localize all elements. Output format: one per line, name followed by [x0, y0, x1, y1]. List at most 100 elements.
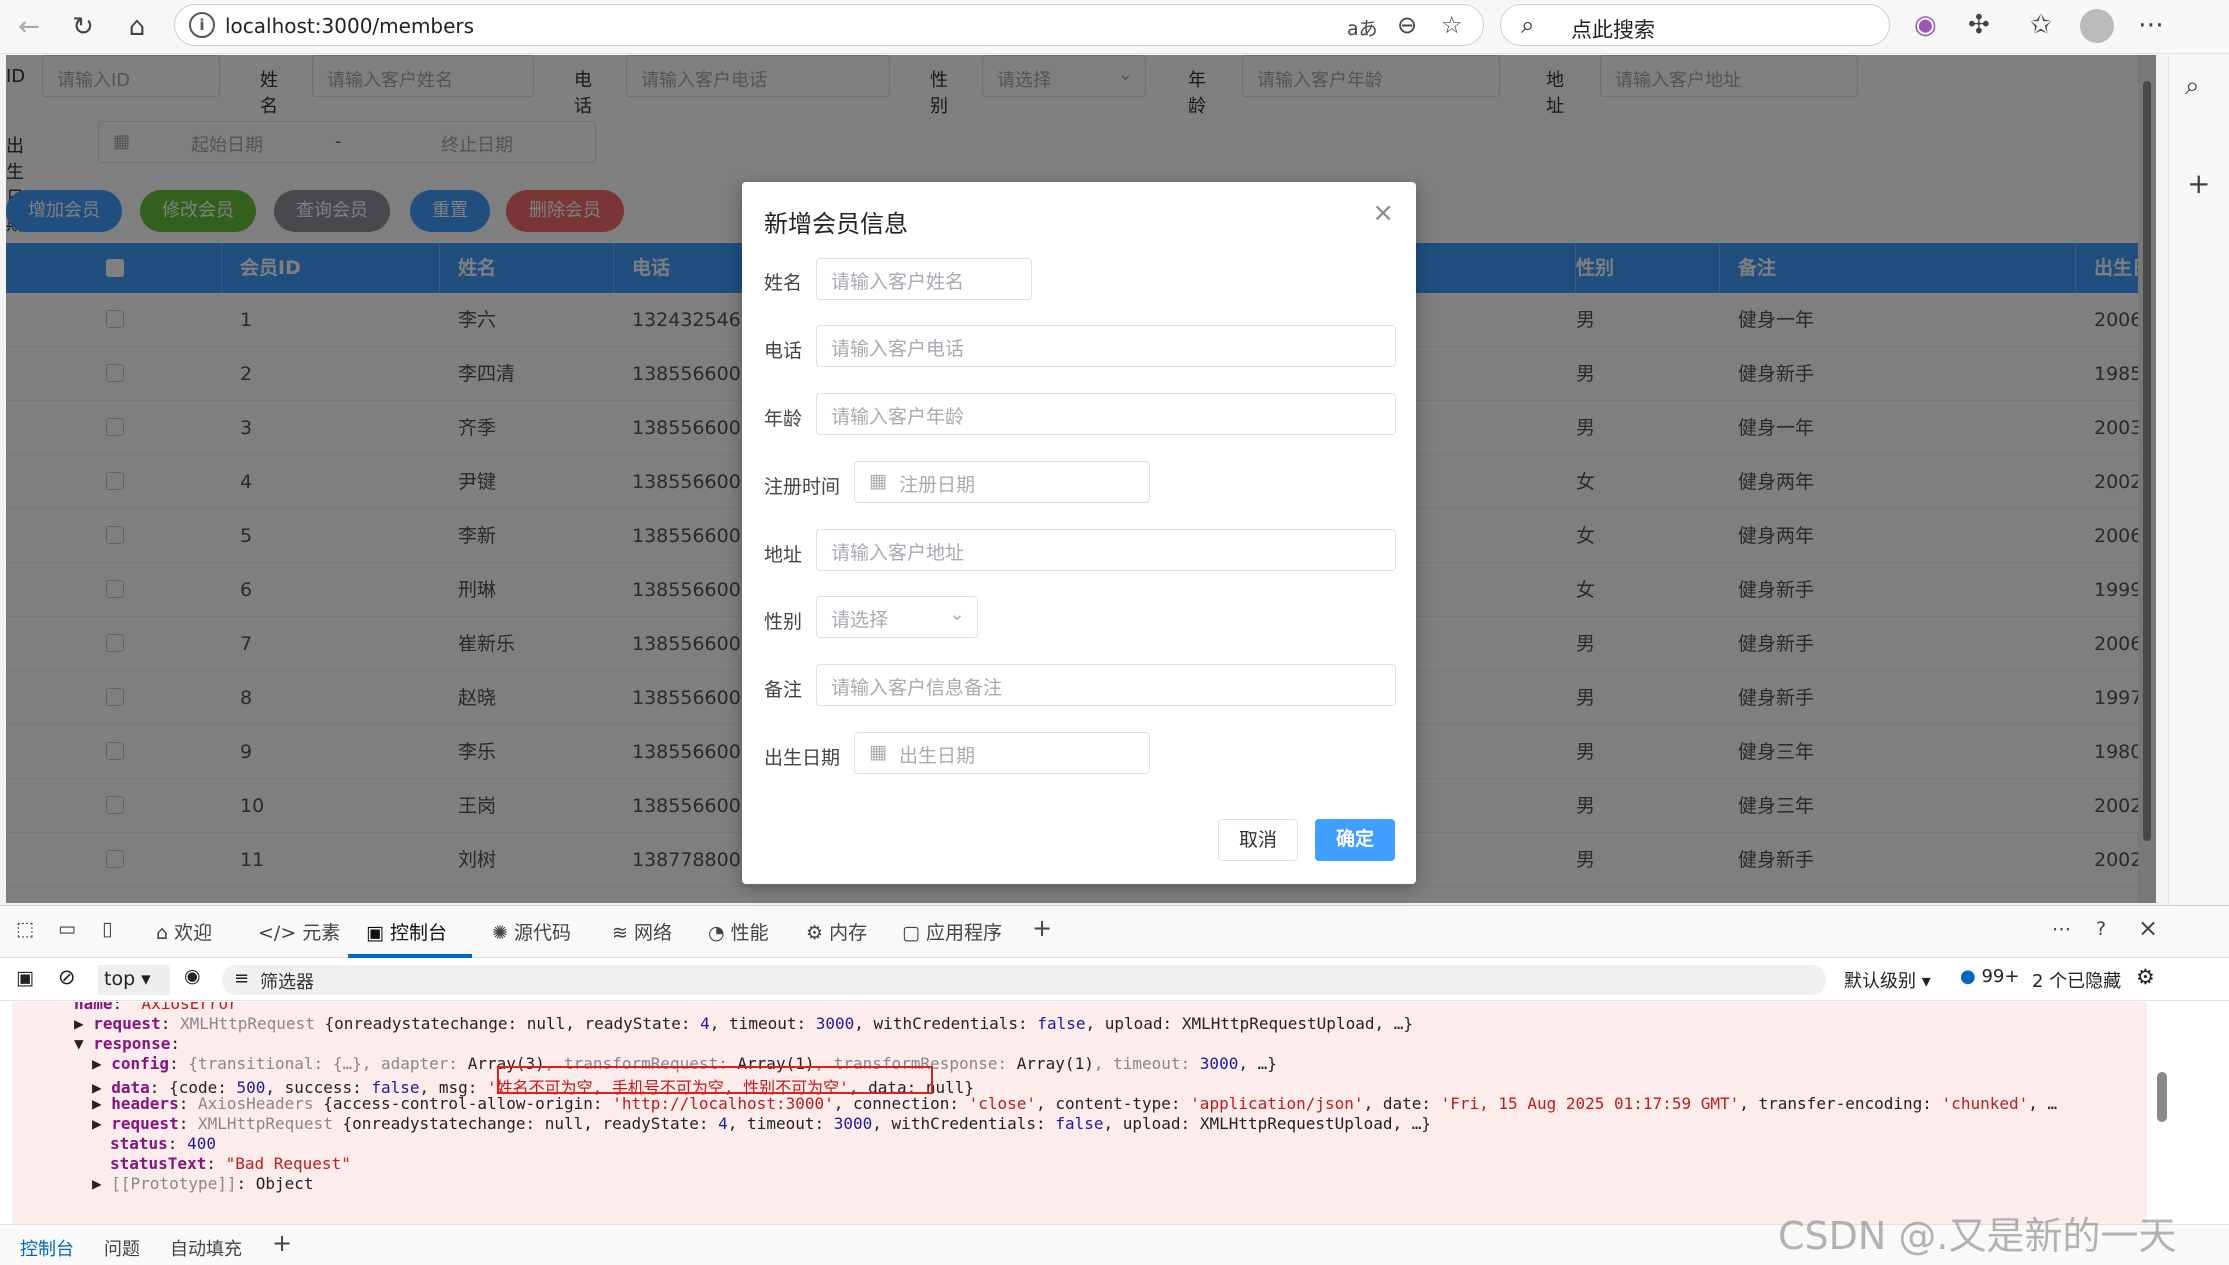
- console-scrollbar[interactable]: [2155, 1006, 2169, 1216]
- extensions-icon[interactable]: ✣: [1968, 10, 1990, 40]
- console-filter-placeholder: 筛选器: [260, 972, 314, 993]
- gear-icon[interactable]: ⚙: [2136, 965, 2155, 989]
- scrollbar-thumb[interactable]: [2157, 1072, 2167, 1122]
- address-bar[interactable]: i localhost:3000/members aあ ⊖ ☆: [174, 4, 1484, 46]
- tab-sources-label: 源代码: [513, 922, 571, 944]
- tab-network-label: 网络: [633, 922, 672, 944]
- favorites-icon[interactable]: ✩: [2030, 10, 2052, 40]
- dialog-register-label: 注册时间: [764, 476, 841, 498]
- more-menu-icon[interactable]: ⋯: [2052, 918, 2071, 940]
- dialog-note-input[interactable]: 请输入客户信息备注: [816, 664, 1396, 706]
- url-text: localhost:3000/members: [225, 14, 475, 38]
- close-icon[interactable]: ×: [2138, 914, 2158, 942]
- home-icon[interactable]: ⌂: [120, 10, 154, 44]
- log-level-value: 默认级别: [1844, 971, 1916, 992]
- clear-console-icon[interactable]: ⊘: [58, 965, 76, 989]
- console-line-request-2[interactable]: ▶ request: XMLHttpRequest {onreadystatec…: [92, 1114, 1431, 1133]
- tab-console-label: 控制台: [390, 922, 448, 944]
- dialog-birth-date-input[interactable]: ▦ 出生日期: [854, 732, 1150, 774]
- device-emulation-icon[interactable]: ▭: [58, 918, 76, 940]
- tab-memory-label: 内存: [829, 922, 868, 944]
- devtools-tabbar: ⬚ ▭ ▯ ⌂ 欢迎 </> 元素 ▣ 控制台 ✺ 源代码 ≋ 网络 ◔ 性能 …: [0, 906, 2229, 958]
- tab-welcome[interactable]: ⌂ 欢迎: [156, 918, 212, 945]
- tab-performance[interactable]: ◔ 性能: [708, 918, 769, 945]
- dialog-gender-label: 性别: [764, 611, 803, 633]
- dialog-register-placeholder: 注册日期: [899, 474, 976, 496]
- chip-icon: ⚙: [806, 922, 830, 944]
- console-line-prototype[interactable]: ▶ [[Prototype]]: Object: [92, 1174, 314, 1193]
- dialog-birth-label: 出生日期: [764, 747, 841, 769]
- tab-elements[interactable]: </> 元素: [258, 918, 340, 945]
- add-tab-icon[interactable]: +: [1032, 914, 1052, 942]
- dock-icon[interactable]: ▯: [102, 918, 112, 940]
- sidebar-add-icon[interactable]: +: [2187, 167, 2210, 200]
- tab-memory[interactable]: ⚙ 内存: [806, 918, 867, 945]
- console-toolbar: ▣ ⊘ top ▾ ◉ ≡ 筛选器 默认级别 ▾ ● 99+ 2 个已隐藏 ⚙: [0, 959, 2229, 1001]
- read-aloud-icon[interactable]: aあ: [1347, 14, 1378, 41]
- log-level-select[interactable]: 默认级别 ▾: [1844, 967, 1931, 993]
- eye-icon[interactable]: ◉: [184, 965, 201, 987]
- context-selector[interactable]: top ▾: [98, 965, 170, 995]
- dialog-register-date-input[interactable]: ▦ 注册日期: [854, 461, 1150, 503]
- zoom-icon[interactable]: ⊖: [1397, 11, 1417, 39]
- more-menu-icon[interactable]: ⋯: [2138, 10, 2164, 40]
- site-info-icon[interactable]: i: [189, 12, 215, 38]
- tab-elements-label: 元素: [302, 922, 341, 944]
- sidebar-toggle-icon[interactable]: ▣: [16, 967, 34, 989]
- dialog-phone-input[interactable]: 请输入客户电话: [816, 325, 1396, 367]
- console-filter-input[interactable]: ≡ 筛选器: [222, 965, 1826, 995]
- console-line-headers[interactable]: ▶ headers: AxiosHeaders {access-control-…: [92, 1094, 2057, 1113]
- dialog-name-input[interactable]: 请输入客户姓名: [816, 258, 1032, 300]
- dialog-birth-placeholder: 出生日期: [899, 745, 976, 767]
- dialog-address-input[interactable]: 请输入客户地址: [816, 529, 1396, 571]
- dialog-gender-placeholder: 请选择: [831, 609, 889, 631]
- add-tab-icon[interactable]: +: [272, 1229, 292, 1257]
- dialog-age-input[interactable]: 请输入客户年龄: [816, 393, 1396, 435]
- chevron-down-icon: ⌄: [949, 603, 965, 625]
- dialog-note-label: 备注: [764, 679, 803, 701]
- dialog-address-label: 地址: [764, 544, 803, 566]
- confirm-button[interactable]: 确定: [1315, 819, 1395, 861]
- drawer-tab-issues[interactable]: 问题: [104, 1235, 140, 1261]
- copilot-icon[interactable]: ◉: [1914, 10, 1937, 40]
- calendar-icon: ▦: [869, 470, 887, 492]
- add-member-dialog: 新增会员信息 × 姓名 请输入客户姓名 电话 请输入客户电话 年龄 请输入客户年…: [742, 182, 1416, 884]
- context-value: top: [104, 968, 136, 990]
- console-output: name: "AxiosError" ▶ request: XMLHttpReq…: [12, 1002, 2147, 1224]
- sidebar-search-icon[interactable]: ⌕: [2185, 71, 2200, 102]
- tab-console[interactable]: ▣ 控制台: [366, 918, 447, 945]
- search-icon: ⌕: [1521, 11, 1535, 39]
- active-tab-indicator: [348, 954, 472, 958]
- gauge-icon: ◔: [708, 922, 731, 944]
- inspect-icon[interactable]: ⬚: [16, 918, 34, 940]
- close-icon[interactable]: ×: [1372, 198, 1394, 228]
- tab-welcome-label: 欢迎: [174, 922, 213, 944]
- tab-sources[interactable]: ✺ 源代码: [492, 918, 571, 945]
- tab-application[interactable]: ▢ 应用程序: [902, 918, 1002, 945]
- code-icon: </>: [258, 922, 303, 944]
- drawer-tab-console[interactable]: 控制台: [20, 1235, 74, 1261]
- cancel-button[interactable]: 取消: [1218, 819, 1298, 861]
- console-line-request[interactable]: ▶ request: XMLHttpRequest {onreadystatec…: [74, 1014, 1413, 1033]
- tab-network[interactable]: ≋ 网络: [612, 918, 672, 945]
- dialog-gender-select[interactable]: 请选择 ⌄: [816, 596, 978, 638]
- help-icon[interactable]: ?: [2096, 918, 2106, 940]
- filter-icon: ≡: [234, 968, 250, 989]
- console-line-status-text: statusText: "Bad Request": [110, 1154, 351, 1173]
- search-placeholder: 点此搜索: [1571, 18, 1655, 42]
- issues-count: 99+: [1981, 966, 2020, 987]
- drawer-tab-autofill[interactable]: 自动填充: [170, 1235, 242, 1261]
- favorite-star-icon[interactable]: ☆: [1441, 11, 1463, 39]
- window-icon: ▢: [902, 922, 926, 944]
- hidden-count: 2 个已隐藏: [2032, 971, 2122, 992]
- dialog-age-label: 年龄: [764, 408, 803, 430]
- profile-avatar[interactable]: [2080, 9, 2114, 43]
- web-search-box[interactable]: ⌕ 点此搜索: [1500, 4, 1890, 46]
- back-icon[interactable]: ←: [12, 10, 46, 44]
- console-line-response[interactable]: ▼ response:: [74, 1034, 180, 1053]
- browser-toolbar: ← ↻ ⌂ i localhost:3000/members aあ ⊖ ☆ ⌕ …: [0, 0, 2229, 54]
- reload-icon[interactable]: ↻: [66, 10, 100, 44]
- issues-badge[interactable]: ● 99+: [1960, 966, 2019, 987]
- dialog-phone-label: 电话: [764, 340, 803, 362]
- console-line-name: name: "AxiosError": [74, 1002, 248, 1013]
